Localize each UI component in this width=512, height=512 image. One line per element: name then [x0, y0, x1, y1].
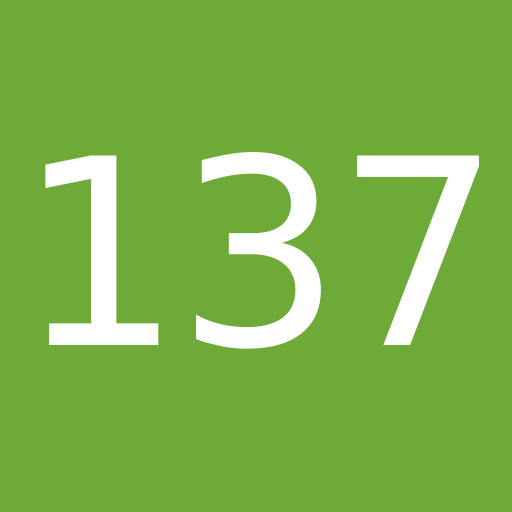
number-tile: 137 [0, 0, 512, 512]
tile-number: 137 [16, 105, 501, 407]
